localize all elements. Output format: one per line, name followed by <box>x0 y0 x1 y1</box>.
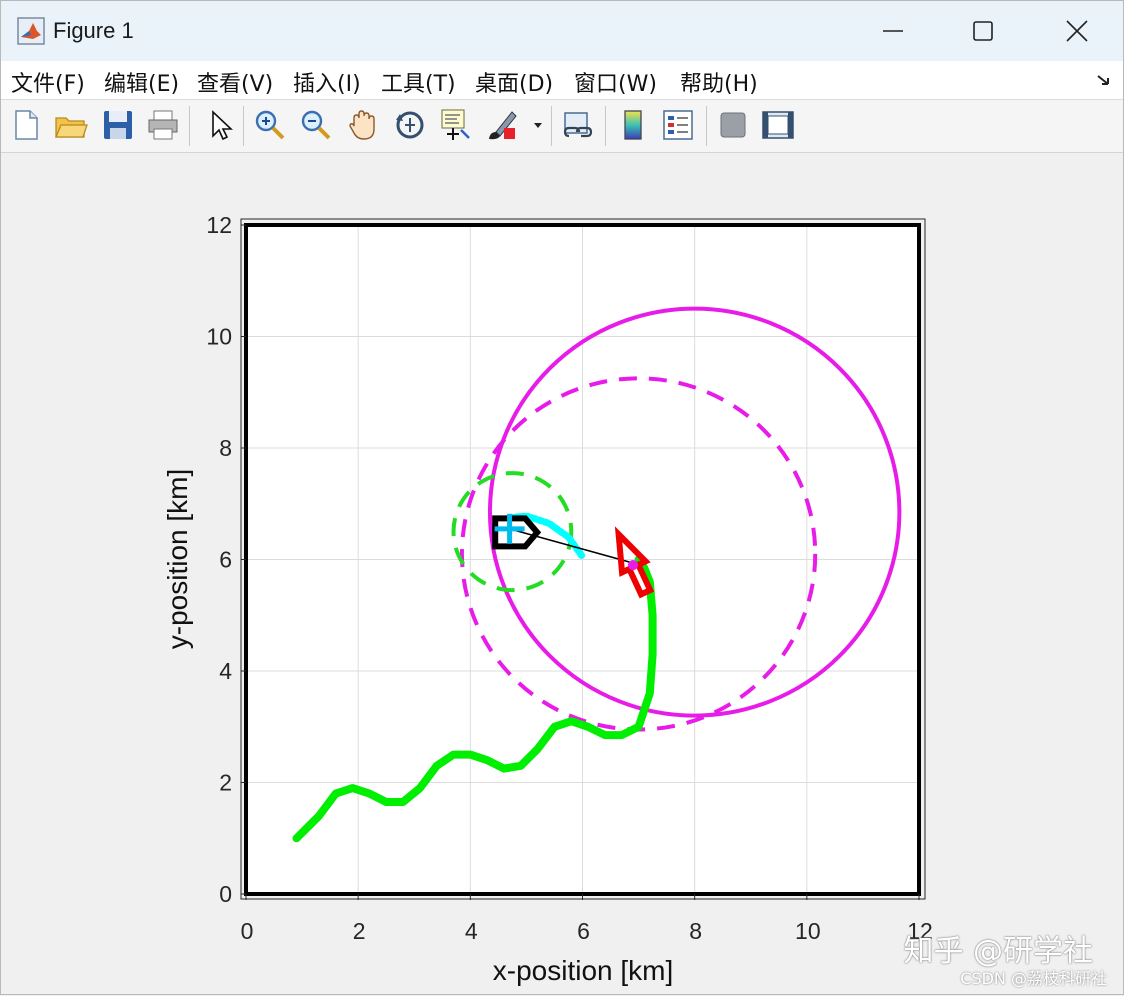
menu-tools[interactable]: 工具(T) <box>381 66 456 98</box>
x-tick-label: 0 <box>241 918 254 944</box>
data-cursor-icon[interactable] <box>439 108 473 142</box>
rotate-3d-icon[interactable] <box>393 108 427 142</box>
show-plot-tools-icon[interactable] <box>761 108 795 142</box>
menu-file[interactable]: 文件(F) <box>11 66 85 98</box>
menu-desktop[interactable]: 桌面(D) <box>475 66 553 98</box>
y-tick-label: 0 <box>219 881 232 907</box>
x-tick-label: 6 <box>577 918 590 944</box>
link-plot-icon[interactable] <box>561 108 595 142</box>
watermark-csdn: CSDN @荔枝科研社 <box>960 969 1107 988</box>
x-tick-label: 8 <box>689 918 702 944</box>
y-tick-label: 10 <box>206 324 232 350</box>
brush-icon[interactable] <box>486 108 520 142</box>
y-tick-label: 6 <box>219 547 232 573</box>
matlab-logo-icon <box>17 17 45 45</box>
menu-window[interactable]: 窗口(W) <box>574 66 657 98</box>
close-button[interactable] <box>1031 1 1123 61</box>
print-icon[interactable] <box>146 108 180 142</box>
brush-dropdown-icon[interactable] <box>530 108 546 142</box>
minimize-button[interactable] <box>847 1 939 61</box>
figure-toolbar <box>1 100 1123 153</box>
maximize-button[interactable] <box>937 1 1029 61</box>
close-icon <box>1066 20 1088 42</box>
toolbar-separator <box>706 106 707 146</box>
zoom-out-icon[interactable] <box>299 108 333 142</box>
toolbar-separator <box>551 106 552 146</box>
y-tick-label: 2 <box>219 770 232 796</box>
colorbar-icon[interactable] <box>616 108 650 142</box>
menu-insert[interactable]: 插入(I) <box>293 66 361 98</box>
menu-edit[interactable]: 编辑(E) <box>104 66 179 98</box>
pointer-icon[interactable] <box>203 108 237 142</box>
watermark-zhihu: 知乎 @研学社 <box>903 934 1093 969</box>
window-title: Figure 1 <box>53 18 134 43</box>
toolbar-separator <box>243 106 244 146</box>
toolbar-separator <box>189 106 190 146</box>
pan-hand-icon[interactable] <box>346 108 380 142</box>
y-tick-label: 8 <box>219 435 232 461</box>
menu-help[interactable]: 帮助(H) <box>680 66 758 98</box>
zoom-in-icon[interactable] <box>253 108 287 142</box>
x-tick-label: 2 <box>353 918 366 944</box>
x-axis-label: x-position [km] <box>493 955 674 986</box>
x-tick-label: 10 <box>795 918 821 944</box>
save-icon[interactable] <box>101 108 135 142</box>
figure-window: Figure 1 文件(F) 编辑(E) 查看(V) 插入(I) 工具(T) 桌… <box>0 0 1124 995</box>
menu-view[interactable]: 查看(V) <box>197 66 273 98</box>
open-file-icon[interactable] <box>54 108 88 142</box>
x-tick-label: 4 <box>465 918 478 944</box>
maximize-icon <box>973 21 993 41</box>
hide-plot-tools-icon[interactable] <box>716 108 750 142</box>
y-axis-label: y-position [km] <box>162 469 193 650</box>
toolbar-separator <box>605 106 606 146</box>
new-figure-icon[interactable] <box>9 108 43 142</box>
y-tick-label: 12 <box>206 212 232 238</box>
y-tick-label: 4 <box>219 658 232 684</box>
menu-bar: 文件(F) 编辑(E) 查看(V) 插入(I) 工具(T) 桌面(D) 窗口(W… <box>1 61 1123 100</box>
legend-icon[interactable] <box>661 108 695 142</box>
dock-figure-icon[interactable] <box>1095 71 1113 89</box>
title-bar[interactable]: Figure 1 <box>1 1 1123 61</box>
figure-plot[interactable]: 0 2 4 6 8 10 12024681012 x-position [km] y-pos… <box>1 153 1124 996</box>
minimize-icon <box>883 30 903 32</box>
